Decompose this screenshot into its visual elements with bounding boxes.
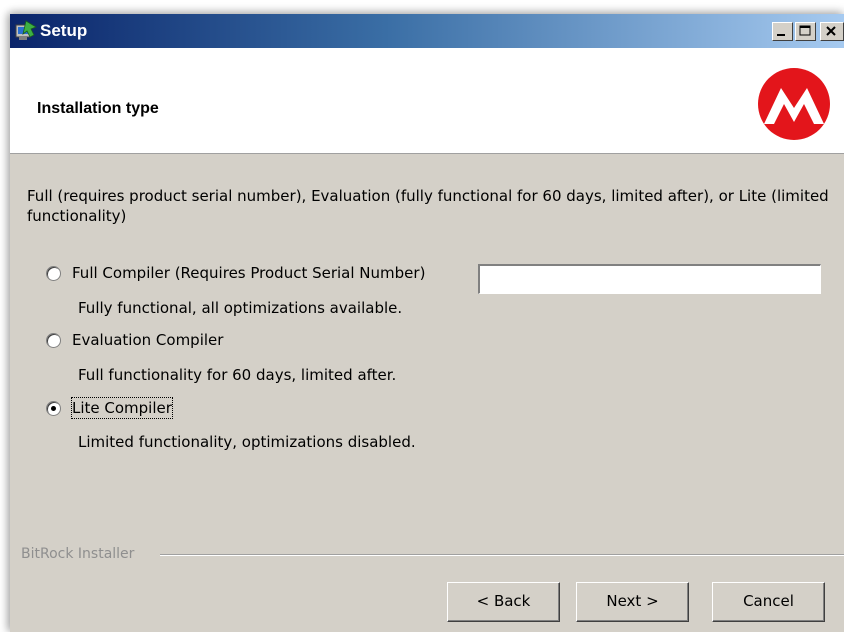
radio-selected-dot [51, 406, 56, 411]
page-header: Installation type [10, 48, 844, 154]
option-evaluation-compiler[interactable]: Evaluation Compiler [46, 330, 246, 350]
maximize-icon [799, 25, 811, 36]
maximize-button[interactable] [795, 22, 816, 41]
close-icon [826, 26, 836, 36]
back-button[interactable]: < Back [447, 582, 560, 622]
evaluation-compiler-radio[interactable] [46, 333, 61, 348]
footer-separator [160, 554, 844, 556]
full-compiler-radio[interactable] [46, 266, 61, 281]
full-compiler-description: Fully functional, all optimizations avai… [78, 299, 403, 317]
installation-description: Full (requires product serial number), E… [27, 187, 829, 225]
next-button[interactable]: Next > [576, 582, 689, 622]
installer-brand-label: BitRock Installer [21, 546, 135, 562]
lite-compiler-description: Limited functionality, optimizations dis… [78, 433, 416, 451]
option-lite-compiler[interactable]: Lite Compiler [46, 397, 206, 419]
evaluation-compiler-description: Full functionality for 60 days, limited … [78, 366, 397, 384]
minimize-button[interactable] [772, 22, 793, 41]
close-button[interactable] [820, 22, 844, 41]
serial-number-input[interactable] [478, 264, 821, 294]
microchip-logo [754, 66, 834, 141]
window-title: Setup [40, 21, 88, 40]
minimize-icon [777, 34, 785, 36]
title-bar[interactable]: Setup [10, 14, 844, 48]
cancel-button[interactable]: Cancel [712, 582, 825, 622]
evaluation-compiler-label[interactable]: Evaluation Compiler [72, 330, 223, 350]
option-full-compiler[interactable]: Full Compiler (Requires Product Serial N… [46, 263, 466, 283]
lite-compiler-radio[interactable] [46, 401, 61, 416]
setup-app-icon [14, 19, 38, 43]
setup-window: Setup Installation type Full (requires p… [10, 14, 844, 632]
full-compiler-label[interactable]: Full Compiler (Requires Product Serial N… [72, 263, 425, 283]
page-title: Installation type [37, 100, 159, 117]
lite-compiler-label[interactable]: Lite Compiler [71, 397, 173, 419]
